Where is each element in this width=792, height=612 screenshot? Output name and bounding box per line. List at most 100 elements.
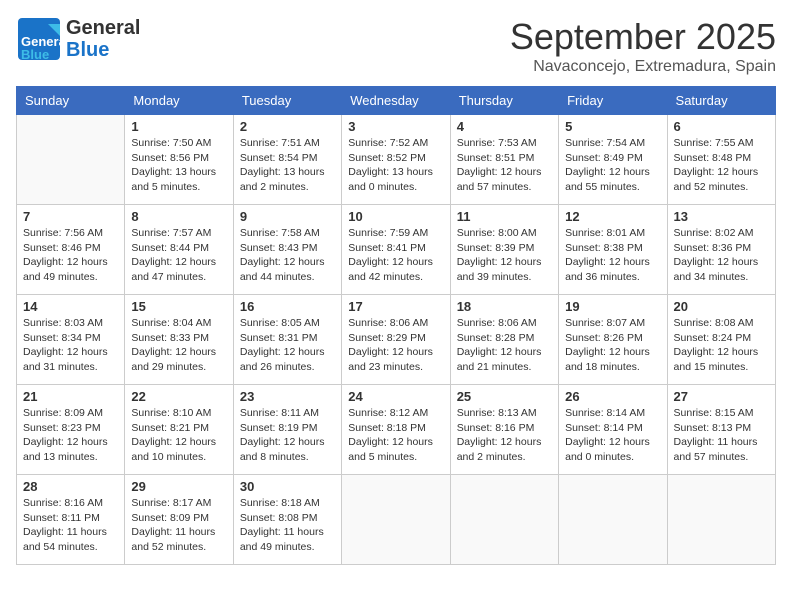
logo-general: General: [66, 17, 140, 39]
calendar-day-cell: 7 Sunrise: 7:56 AMSunset: 8:46 PMDayligh…: [17, 205, 125, 295]
calendar-day-cell: [342, 475, 450, 565]
day-info: Sunrise: 8:06 AMSunset: 8:29 PMDaylight:…: [348, 317, 433, 373]
day-info: Sunrise: 7:59 AMSunset: 8:41 PMDaylight:…: [348, 227, 433, 283]
day-info: Sunrise: 8:00 AMSunset: 8:39 PMDaylight:…: [457, 227, 542, 283]
calendar-day-cell: 29 Sunrise: 8:17 AMSunset: 8:09 PMDaylig…: [125, 475, 233, 565]
day-number: 20: [674, 299, 769, 314]
calendar-day-cell: 19 Sunrise: 8:07 AMSunset: 8:26 PMDaylig…: [559, 295, 667, 385]
day-info: Sunrise: 7:50 AMSunset: 8:56 PMDaylight:…: [131, 137, 216, 193]
calendar-day-cell: 25 Sunrise: 8:13 AMSunset: 8:16 PMDaylig…: [450, 385, 558, 475]
day-info: Sunrise: 8:13 AMSunset: 8:16 PMDaylight:…: [457, 407, 542, 463]
calendar-day-cell: 28 Sunrise: 8:16 AMSunset: 8:11 PMDaylig…: [17, 475, 125, 565]
day-number: 14: [23, 299, 118, 314]
calendar-week-row: 21 Sunrise: 8:09 AMSunset: 8:23 PMDaylig…: [17, 385, 776, 475]
day-info: Sunrise: 8:12 AMSunset: 8:18 PMDaylight:…: [348, 407, 433, 463]
day-number: 19: [565, 299, 660, 314]
day-number: 28: [23, 479, 118, 494]
logo: General Blue General Blue: [16, 16, 140, 62]
day-number: 8: [131, 209, 226, 224]
day-info: Sunrise: 8:08 AMSunset: 8:24 PMDaylight:…: [674, 317, 759, 373]
day-number: 25: [457, 389, 552, 404]
day-info: Sunrise: 8:06 AMSunset: 8:28 PMDaylight:…: [457, 317, 542, 373]
day-number: 24: [348, 389, 443, 404]
day-info: Sunrise: 8:17 AMSunset: 8:09 PMDaylight:…: [131, 497, 215, 553]
day-number: 4: [457, 119, 552, 134]
weekday-header: Monday: [125, 87, 233, 115]
calendar-day-cell: 22 Sunrise: 8:10 AMSunset: 8:21 PMDaylig…: [125, 385, 233, 475]
calendar-day-cell: 11 Sunrise: 8:00 AMSunset: 8:39 PMDaylig…: [450, 205, 558, 295]
calendar-day-cell: [17, 115, 125, 205]
calendar-day-cell: 13 Sunrise: 8:02 AMSunset: 8:36 PMDaylig…: [667, 205, 775, 295]
weekday-header: Friday: [559, 87, 667, 115]
svg-text:Blue: Blue: [21, 47, 49, 62]
day-info: Sunrise: 7:57 AMSunset: 8:44 PMDaylight:…: [131, 227, 216, 283]
day-number: 15: [131, 299, 226, 314]
calendar-day-cell: 6 Sunrise: 7:55 AMSunset: 8:48 PMDayligh…: [667, 115, 775, 205]
day-number: 13: [674, 209, 769, 224]
day-number: 22: [131, 389, 226, 404]
day-info: Sunrise: 7:58 AMSunset: 8:43 PMDaylight:…: [240, 227, 325, 283]
calendar-week-row: 1 Sunrise: 7:50 AMSunset: 8:56 PMDayligh…: [17, 115, 776, 205]
day-number: 11: [457, 209, 552, 224]
day-info: Sunrise: 8:04 AMSunset: 8:33 PMDaylight:…: [131, 317, 216, 373]
day-number: 5: [565, 119, 660, 134]
calendar-day-cell: 3 Sunrise: 7:52 AMSunset: 8:52 PMDayligh…: [342, 115, 450, 205]
calendar-day-cell: 27 Sunrise: 8:15 AMSunset: 8:13 PMDaylig…: [667, 385, 775, 475]
day-info: Sunrise: 8:07 AMSunset: 8:26 PMDaylight:…: [565, 317, 650, 373]
day-number: 7: [23, 209, 118, 224]
calendar-day-cell: 20 Sunrise: 8:08 AMSunset: 8:24 PMDaylig…: [667, 295, 775, 385]
location-subtitle: Navaconcejo, Extremadura, Spain: [510, 58, 776, 76]
calendar-day-cell: 23 Sunrise: 8:11 AMSunset: 8:19 PMDaylig…: [233, 385, 341, 475]
calendar-day-cell: 26 Sunrise: 8:14 AMSunset: 8:14 PMDaylig…: [559, 385, 667, 475]
day-info: Sunrise: 7:51 AMSunset: 8:54 PMDaylight:…: [240, 137, 325, 193]
day-info: Sunrise: 8:02 AMSunset: 8:36 PMDaylight:…: [674, 227, 759, 283]
calendar-day-cell: 18 Sunrise: 8:06 AMSunset: 8:28 PMDaylig…: [450, 295, 558, 385]
logo-text: General Blue: [66, 17, 140, 61]
day-number: 1: [131, 119, 226, 134]
day-info: Sunrise: 8:03 AMSunset: 8:34 PMDaylight:…: [23, 317, 108, 373]
calendar-day-cell: 10 Sunrise: 7:59 AMSunset: 8:41 PMDaylig…: [342, 205, 450, 295]
day-info: Sunrise: 7:52 AMSunset: 8:52 PMDaylight:…: [348, 137, 433, 193]
day-number: 17: [348, 299, 443, 314]
calendar-day-cell: 12 Sunrise: 8:01 AMSunset: 8:38 PMDaylig…: [559, 205, 667, 295]
logo-icon: General Blue: [16, 16, 62, 62]
day-number: 16: [240, 299, 335, 314]
calendar-day-cell: [450, 475, 558, 565]
page-header: General Blue General Blue September 2025…: [16, 16, 776, 76]
calendar-day-cell: 1 Sunrise: 7:50 AMSunset: 8:56 PMDayligh…: [125, 115, 233, 205]
day-number: 6: [674, 119, 769, 134]
calendar-week-row: 7 Sunrise: 7:56 AMSunset: 8:46 PMDayligh…: [17, 205, 776, 295]
calendar-day-cell: 24 Sunrise: 8:12 AMSunset: 8:18 PMDaylig…: [342, 385, 450, 475]
day-info: Sunrise: 7:56 AMSunset: 8:46 PMDaylight:…: [23, 227, 108, 283]
day-number: 23: [240, 389, 335, 404]
calendar-day-cell: 30 Sunrise: 8:18 AMSunset: 8:08 PMDaylig…: [233, 475, 341, 565]
day-info: Sunrise: 8:11 AMSunset: 8:19 PMDaylight:…: [240, 407, 325, 463]
calendar-table: SundayMondayTuesdayWednesdayThursdayFrid…: [16, 86, 776, 565]
day-info: Sunrise: 7:53 AMSunset: 8:51 PMDaylight:…: [457, 137, 542, 193]
day-number: 26: [565, 389, 660, 404]
weekday-header: Thursday: [450, 87, 558, 115]
day-info: Sunrise: 8:14 AMSunset: 8:14 PMDaylight:…: [565, 407, 650, 463]
calendar-header-row: SundayMondayTuesdayWednesdayThursdayFrid…: [17, 87, 776, 115]
day-info: Sunrise: 7:54 AMSunset: 8:49 PMDaylight:…: [565, 137, 650, 193]
day-info: Sunrise: 8:01 AMSunset: 8:38 PMDaylight:…: [565, 227, 650, 283]
day-info: Sunrise: 8:09 AMSunset: 8:23 PMDaylight:…: [23, 407, 108, 463]
day-info: Sunrise: 8:15 AMSunset: 8:13 PMDaylight:…: [674, 407, 758, 463]
calendar-day-cell: 5 Sunrise: 7:54 AMSunset: 8:49 PMDayligh…: [559, 115, 667, 205]
weekday-header: Tuesday: [233, 87, 341, 115]
calendar-day-cell: 8 Sunrise: 7:57 AMSunset: 8:44 PMDayligh…: [125, 205, 233, 295]
calendar-day-cell: 9 Sunrise: 7:58 AMSunset: 8:43 PMDayligh…: [233, 205, 341, 295]
day-number: 21: [23, 389, 118, 404]
calendar-day-cell: 15 Sunrise: 8:04 AMSunset: 8:33 PMDaylig…: [125, 295, 233, 385]
weekday-header: Sunday: [17, 87, 125, 115]
day-number: 3: [348, 119, 443, 134]
calendar-week-row: 28 Sunrise: 8:16 AMSunset: 8:11 PMDaylig…: [17, 475, 776, 565]
calendar-day-cell: [667, 475, 775, 565]
calendar-week-row: 14 Sunrise: 8:03 AMSunset: 8:34 PMDaylig…: [17, 295, 776, 385]
calendar-day-cell: 21 Sunrise: 8:09 AMSunset: 8:23 PMDaylig…: [17, 385, 125, 475]
day-number: 27: [674, 389, 769, 404]
calendar-day-cell: 17 Sunrise: 8:06 AMSunset: 8:29 PMDaylig…: [342, 295, 450, 385]
day-number: 9: [240, 209, 335, 224]
weekday-header: Saturday: [667, 87, 775, 115]
calendar-day-cell: 14 Sunrise: 8:03 AMSunset: 8:34 PMDaylig…: [17, 295, 125, 385]
